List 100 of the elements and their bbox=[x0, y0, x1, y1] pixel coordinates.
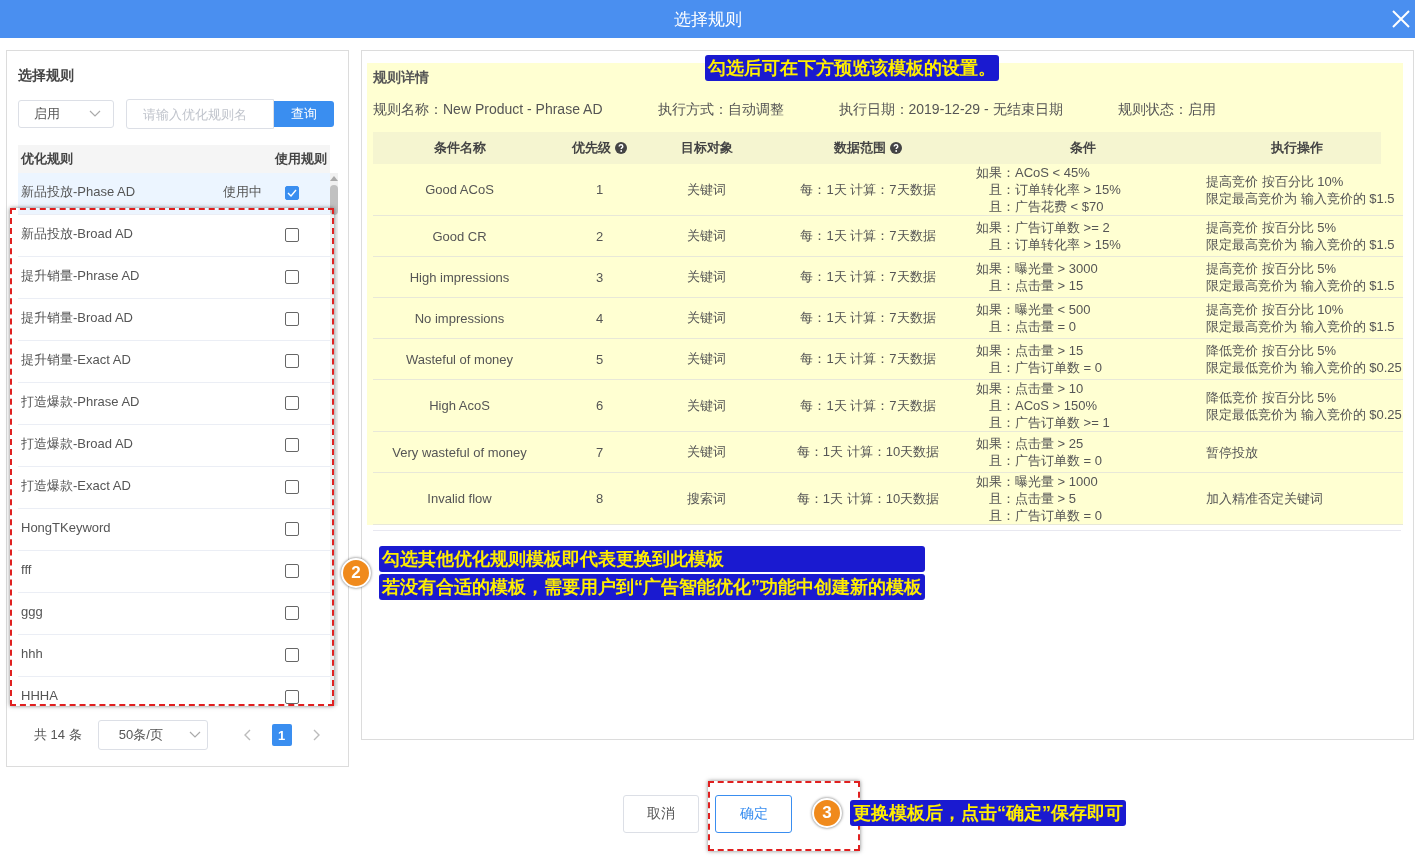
checkbox[interactable] bbox=[285, 606, 299, 620]
rule-name: HHHA bbox=[21, 688, 58, 703]
panel-title: 选择规则 bbox=[18, 67, 75, 85]
status-select[interactable]: 启用 bbox=[18, 100, 114, 128]
table-cell-text: 6 bbox=[594, 398, 605, 413]
column-header: 执行操作 bbox=[1269, 139, 1324, 157]
table-cell-text: 每：1天 计算：10天数据 bbox=[795, 489, 941, 508]
table-cell-text: 关键词 bbox=[686, 443, 727, 461]
column-header: 优先级 bbox=[546, 139, 653, 157]
checkbox[interactable] bbox=[285, 690, 299, 704]
chevron-down-icon bbox=[188, 731, 201, 739]
checkbox[interactable] bbox=[285, 522, 299, 536]
confirm-button[interactable]: 确定 bbox=[715, 795, 792, 833]
condition-line: 且：订单转化率 > 15% bbox=[988, 236, 1122, 253]
table-cell-text: High AcoS bbox=[428, 398, 491, 413]
rule-name: hhh bbox=[21, 646, 43, 661]
table-cell-text: 3 bbox=[594, 269, 605, 285]
table-cell-text: Good CR bbox=[431, 228, 488, 244]
table-cell-text: 每：1天 计算：7天数据 bbox=[799, 309, 937, 327]
condition-line: 如果：广告订单数 >= 2 bbox=[976, 219, 1111, 236]
rule-name: 提升销量-Phrase AD bbox=[21, 266, 140, 285]
scrollbar[interactable] bbox=[330, 173, 338, 706]
table-cell-text: Very wasteful of money bbox=[391, 444, 528, 460]
checkbox[interactable] bbox=[285, 228, 299, 242]
condition-line: 如果：点击量 > 10 bbox=[976, 380, 1085, 397]
table-cell-text: No impressions bbox=[413, 310, 506, 326]
annotation-text: 更换模板后，点击“确定”保存即可 bbox=[850, 800, 1126, 826]
column-header: 数据范围 bbox=[760, 139, 976, 157]
checkbox[interactable] bbox=[285, 564, 299, 578]
action-line: 提高竞价 按百分比 5% bbox=[1206, 260, 1337, 277]
scrollbar-thumb[interactable] bbox=[330, 185, 338, 215]
table-cell-text: 关键词 bbox=[686, 309, 727, 327]
checkbox[interactable] bbox=[285, 480, 299, 494]
table-cell-text: 关键词 bbox=[686, 268, 727, 286]
condition-line: 且：ACoS > 150% bbox=[988, 397, 1099, 414]
action-line: 暂停投放 bbox=[1206, 443, 1259, 461]
condition-line: 如果：点击量 > 25 bbox=[976, 435, 1085, 452]
rule-info: 规则状态：启用 bbox=[1117, 101, 1216, 119]
table-cell-text: 2 bbox=[594, 228, 605, 244]
help-icon[interactable] bbox=[615, 142, 627, 154]
table-cell-text: 5 bbox=[594, 351, 605, 367]
checkbox[interactable] bbox=[285, 312, 299, 326]
action-line: 提高竞价 按百分比 5% bbox=[1206, 219, 1337, 236]
checkbox[interactable] bbox=[285, 354, 299, 368]
help-icon[interactable] bbox=[890, 142, 902, 154]
page-size-select[interactable]: 50条/页 bbox=[97, 720, 208, 750]
rule-info: 规则名称：New Product - Phrase AD bbox=[373, 101, 603, 119]
table-cell-text: 每：1天 计算：7天数据 bbox=[799, 396, 937, 415]
checkbox[interactable] bbox=[285, 186, 299, 200]
checkbox[interactable] bbox=[285, 270, 299, 284]
table-cell-text: Invalid flow bbox=[426, 491, 493, 506]
rule-name: 新品投放-Phase AD bbox=[21, 182, 136, 201]
table-cell-text: 关键词 bbox=[686, 396, 727, 415]
checkbox[interactable] bbox=[285, 438, 299, 452]
table-cell-text: High impressions bbox=[408, 269, 511, 285]
total-count: 共 14 条 bbox=[34, 726, 82, 744]
rule-row[interactable]: 新品投放-Phase AD 使用中 bbox=[18, 173, 330, 215]
rule-name: 新品投放-Broad AD bbox=[21, 224, 133, 243]
condition-line: 如果：曝光量 > 3000 bbox=[976, 260, 1099, 277]
table-cell-text: 4 bbox=[594, 310, 605, 326]
checkbox[interactable] bbox=[285, 396, 299, 410]
condition-line: 且：点击量 > 5 bbox=[988, 490, 1078, 507]
column-header: 条件 bbox=[1069, 139, 1097, 157]
annotation-text: 若没有合适的模板，需要用户到“广告智能优化”功能中创建新的模板 bbox=[379, 574, 925, 600]
rule-info: 执行日期：2019-12-29 - 无结束日期 bbox=[838, 101, 1063, 119]
table-cell-text: 1 bbox=[594, 182, 605, 197]
table-cell-text: Good ACoS bbox=[424, 182, 495, 197]
column-header: 使用规则 bbox=[275, 150, 327, 168]
action-line: 限定最高竞价为 输入竞价的 $1.5 bbox=[1206, 236, 1396, 253]
table-cell-text: 7 bbox=[594, 444, 605, 460]
annotation-text: 勾选后可在下方预览该模板的设置。 bbox=[705, 55, 999, 81]
action-line: 限定最高竞价为 输入竞价的 $1.5 bbox=[1206, 277, 1396, 294]
action-line: 限定最高竞价为 输入竞价的 $1.5 bbox=[1206, 318, 1396, 335]
action-line: 提高竞价 按百分比 10% bbox=[1206, 172, 1345, 190]
search-field[interactable]: 请输入优化规则名 bbox=[126, 99, 274, 129]
chevron-down-icon bbox=[89, 110, 101, 118]
table-cell-text: 每：1天 计算：10天数据 bbox=[795, 443, 941, 461]
action-line: 限定最低竞价为 输入竞价的 $0.25 bbox=[1206, 359, 1403, 376]
condition-line: 如果：点击量 > 15 bbox=[976, 342, 1085, 359]
condition-line: 如果：曝光量 < 500 bbox=[976, 301, 1092, 318]
step-number: 2 bbox=[341, 558, 371, 588]
table-cell-text: 关键词 bbox=[686, 227, 727, 245]
condition-line: 且：广告订单数 = 0 bbox=[988, 452, 1104, 469]
action-line: 提高竞价 按百分比 10% bbox=[1206, 301, 1345, 318]
step-number: 3 bbox=[812, 798, 842, 828]
table-cell-text: 每：1天 计算：7天数据 bbox=[799, 268, 937, 286]
detail-title: 规则详情 bbox=[373, 69, 429, 87]
cancel-button[interactable]: 取消 bbox=[623, 795, 699, 833]
checkbox[interactable] bbox=[285, 648, 299, 662]
column-header: 目标对象 bbox=[679, 139, 734, 157]
column-header: 优化规则 bbox=[21, 150, 73, 168]
condition-line: 且：点击量 = 0 bbox=[988, 318, 1078, 335]
rule-name: ggg bbox=[21, 604, 43, 619]
close-icon[interactable] bbox=[1391, 9, 1411, 29]
table-cell-text: 每：1天 计算：7天数据 bbox=[799, 350, 937, 368]
rule-name: 打造爆款-Phrase AD bbox=[21, 392, 140, 411]
dialog-title: 选择规则 bbox=[673, 8, 742, 31]
condition-line: 如果：ACoS < 45% bbox=[976, 164, 1091, 181]
rule-info: 执行方式：自动调整 bbox=[657, 101, 784, 119]
table-cell-text: 8 bbox=[594, 491, 605, 506]
